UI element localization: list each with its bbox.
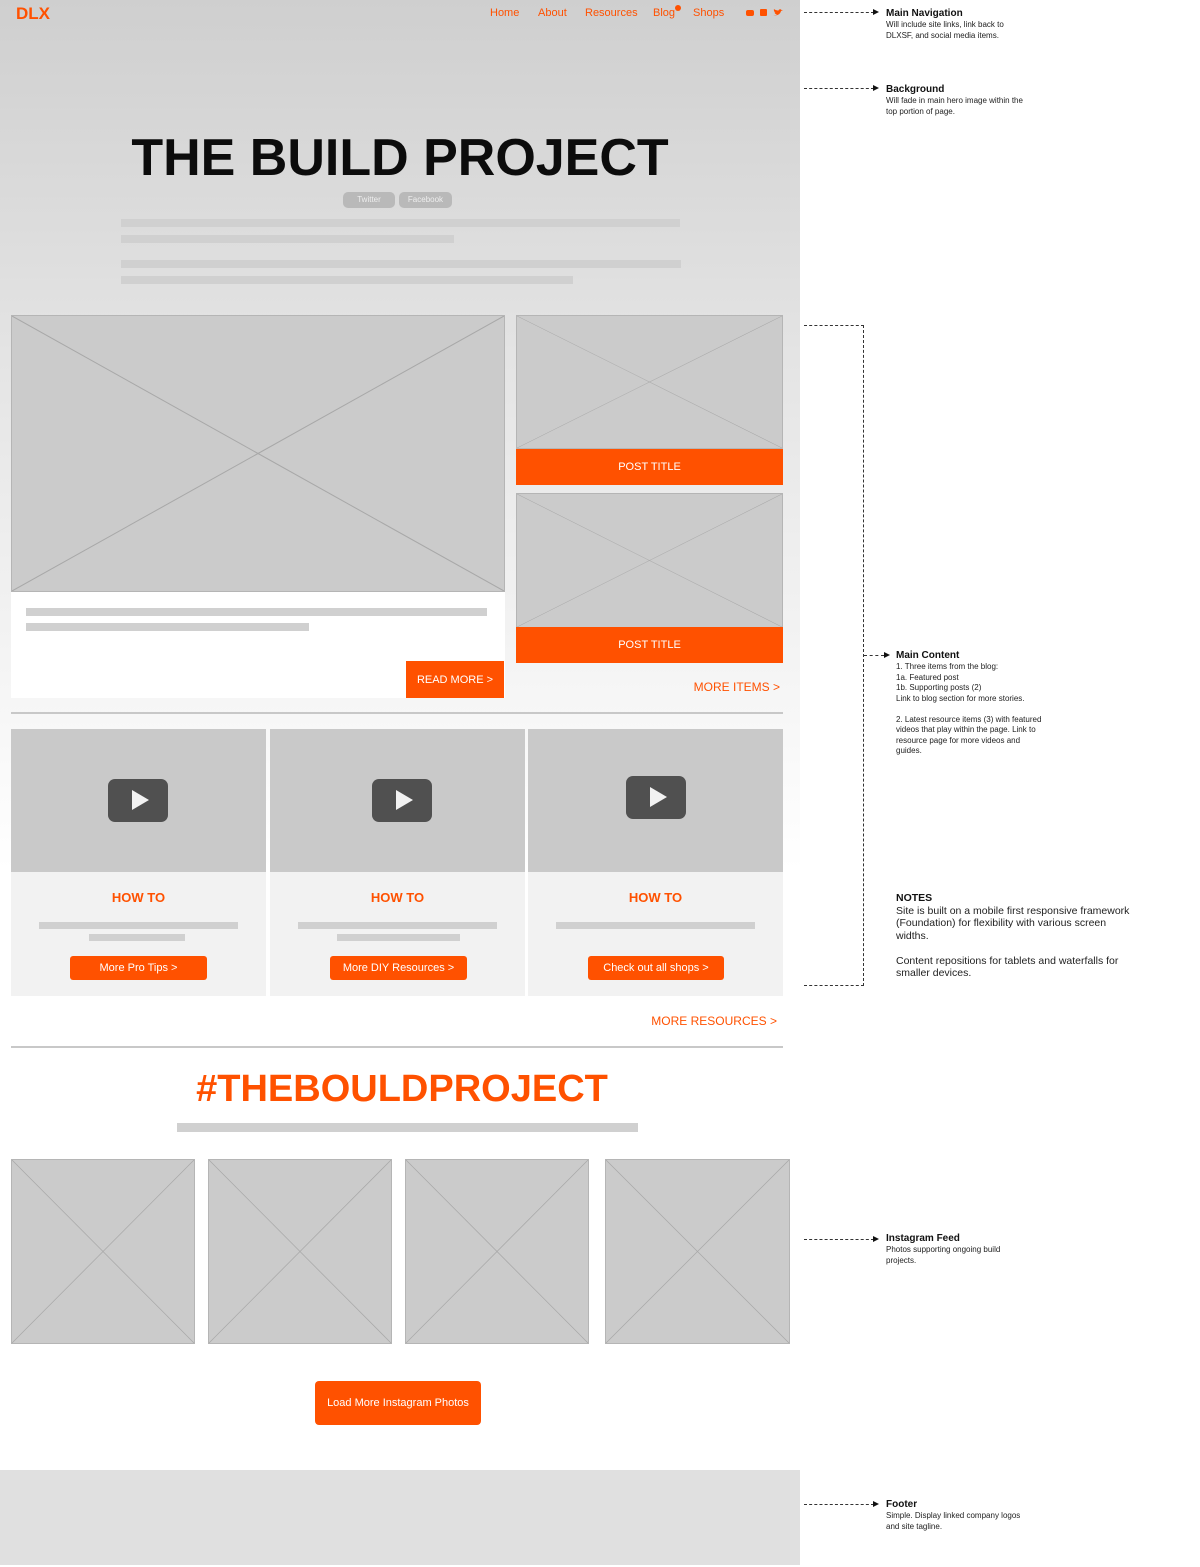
resource-text-line (298, 922, 497, 929)
instagram-photo[interactable] (605, 1159, 790, 1344)
nav-link-resources[interactable]: Resources (585, 7, 638, 19)
share-twitter-pill[interactable]: Twitter (343, 192, 395, 208)
more-resources-link[interactable]: MORE RESOURCES > (620, 1014, 777, 1028)
play-button-icon[interactable] (108, 779, 168, 822)
arrowhead-icon (884, 652, 890, 658)
hashtag-subtitle-line (177, 1123, 638, 1132)
youtube-icon[interactable] (746, 10, 754, 16)
instagram-photo[interactable] (405, 1159, 589, 1344)
hero-text-line (121, 276, 573, 284)
resource-card: HOW TO More Pro Tips > (11, 729, 266, 996)
supporting-post-image[interactable] (516, 315, 783, 449)
hero-text-line (121, 260, 681, 268)
resource-card: HOW TO Check out all shops > (528, 729, 783, 996)
resource-heading: HOW TO (370, 890, 425, 905)
arrowhead-icon (873, 1501, 879, 1507)
annotation-arrow (864, 655, 884, 656)
share-facebook-pill[interactable]: Facebook (399, 192, 452, 208)
note-text: Photos supporting ongoing build projects… (886, 1245, 1001, 1265)
note-title: Main Navigation (886, 8, 963, 19)
read-more-button[interactable]: READ MORE > (406, 661, 504, 698)
post-excerpt-line (26, 623, 309, 631)
notification-dot-icon (675, 5, 681, 11)
play-button-icon[interactable] (626, 776, 686, 819)
play-button-icon[interactable] (372, 779, 432, 822)
resource-text-line (89, 934, 185, 941)
check-out-all-shops-button[interactable]: Check out all shops > (588, 956, 724, 980)
arrowhead-icon (873, 9, 879, 15)
instagram-hashtag-title: #THEBOULDPROJECT (196, 1068, 608, 1110)
note-text: Will include site links, link back to DL… (886, 20, 1004, 40)
more-diy-resources-button[interactable]: More DIY Resources > (330, 956, 467, 980)
post-title-bar[interactable]: POST TITLE (516, 627, 783, 663)
featured-post-image[interactable] (11, 315, 505, 592)
arrowhead-icon (873, 85, 879, 91)
section-divider (11, 712, 783, 714)
notes-text: Site is built on a mobile first responsi… (896, 905, 1130, 980)
footer (0, 1470, 800, 1565)
post-excerpt-line (26, 608, 487, 616)
site-logo[interactable]: DLX (16, 4, 50, 24)
resource-text-line (337, 934, 460, 941)
note-title: Instagram Feed (886, 1233, 960, 1244)
note-text: Will fade in main hero image within the … (886, 96, 1023, 116)
notes-title: NOTES (896, 892, 933, 904)
facebook-icon[interactable] (760, 9, 767, 16)
post-title-bar[interactable]: POST TITLE (516, 449, 783, 485)
note-title: Background (886, 84, 945, 95)
resource-heading: HOW TO (628, 890, 683, 905)
more-pro-tips-button[interactable]: More Pro Tips > (70, 956, 207, 980)
annotation-bracket (804, 325, 864, 986)
instagram-photo[interactable] (208, 1159, 392, 1344)
nav-link-shops[interactable]: Shops (693, 7, 724, 19)
resource-text-line (39, 922, 238, 929)
note-text: 1. Three items from the blog: 1a. Featur… (896, 662, 1042, 755)
note-title: Main Content (896, 650, 960, 661)
instagram-photo[interactable] (11, 1159, 195, 1344)
note-title: Footer (886, 1499, 918, 1510)
annotation-arrow (804, 1239, 874, 1240)
note-text: Simple. Display linked company logos and… (886, 1511, 1021, 1531)
nav-link-home[interactable]: Home (490, 7, 519, 19)
load-more-instagram-button[interactable]: Load More Instagram Photos (315, 1381, 481, 1425)
section-divider (11, 1046, 783, 1048)
hero-text-line (121, 235, 454, 243)
arrowhead-icon (873, 1236, 879, 1242)
twitter-icon[interactable] (773, 9, 783, 17)
annotation-arrow (804, 88, 874, 89)
resource-heading: HOW TO (111, 890, 166, 905)
supporting-post-image[interactable] (516, 493, 783, 628)
nav-link-blog[interactable]: Blog (653, 7, 675, 19)
resource-text-line (556, 922, 755, 929)
hero-title: THE BUILD PROJECT (131, 129, 669, 187)
annotation-arrow (804, 1504, 874, 1505)
hero-text-line (121, 219, 680, 227)
resource-card: HOW TO More DIY Resources > (270, 729, 525, 996)
more-items-link[interactable]: MORE ITEMS > (680, 680, 780, 694)
nav-link-about[interactable]: About (538, 7, 567, 19)
annotation-arrow (804, 12, 874, 13)
